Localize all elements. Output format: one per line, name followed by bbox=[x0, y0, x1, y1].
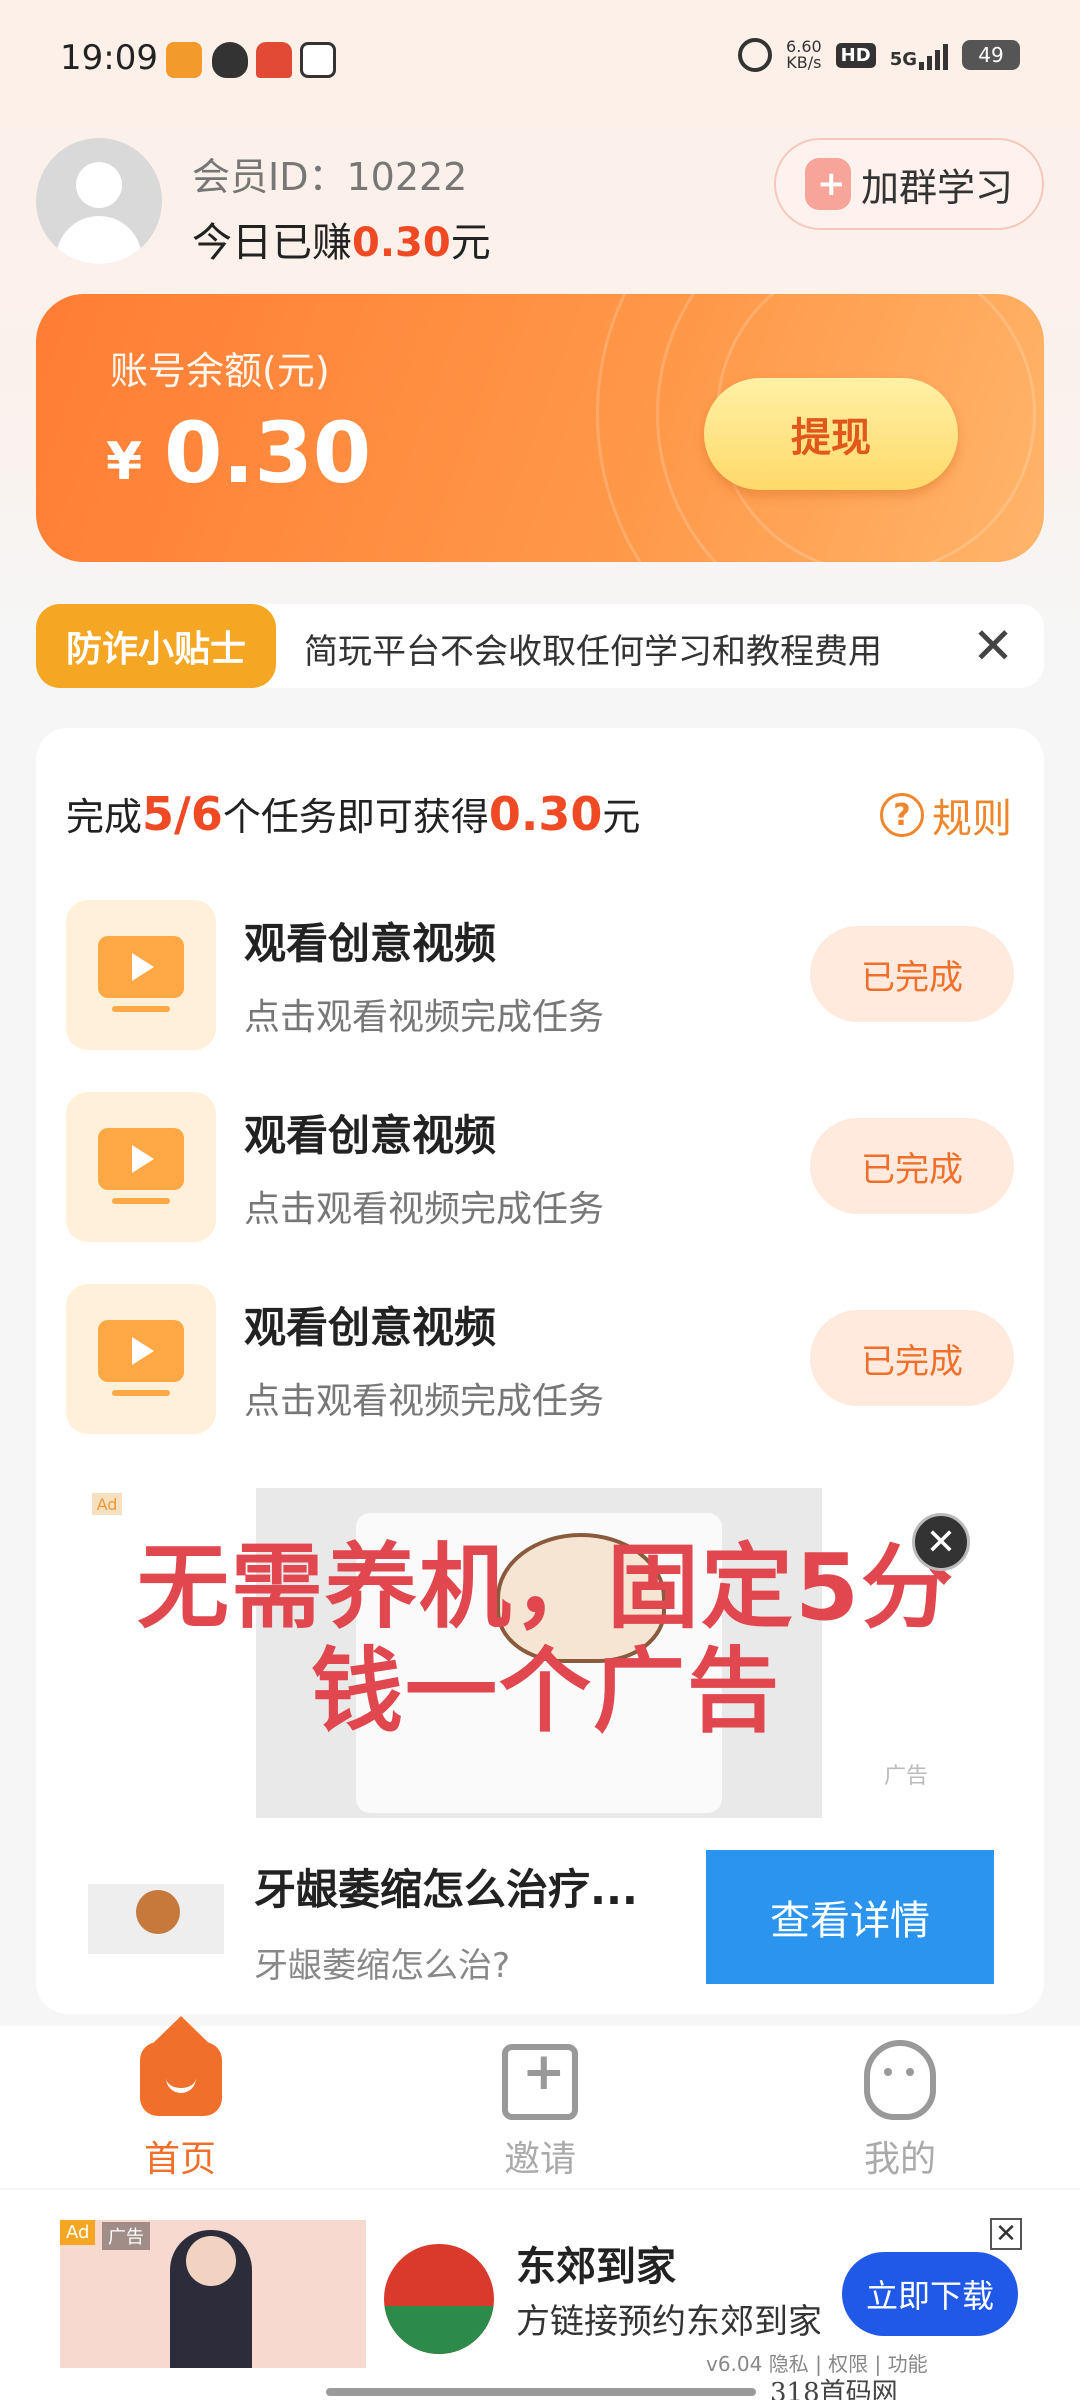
task-item[interactable]: 观看创意视频 点击观看视频完成任务 已完成 bbox=[66, 1092, 1014, 1242]
signal-icon: 5G bbox=[890, 40, 948, 70]
task-description: 点击观看视频完成任务 bbox=[244, 1381, 605, 1422]
today-earned: 今日已赚0.30元 bbox=[192, 210, 491, 268]
home-indicator[interactable] bbox=[326, 2388, 756, 2396]
member-id: 会员ID：10222 bbox=[192, 155, 468, 199]
rules-label: 规则 bbox=[932, 796, 1012, 842]
status-time: 19:09 bbox=[60, 38, 158, 78]
task-progress: 完成5/6个任务即可获得0.30元 bbox=[66, 786, 640, 841]
bottom-banner-ad[interactable]: Ad 广告 东郊到家 方链接预约东郊到家 立即下载 ✕ v6.04 隐私 | 权… bbox=[0, 2190, 1080, 2400]
task-title: 观看创意视频 bbox=[244, 1111, 497, 1160]
task-card: 完成5/6个任务即可获得0.30元 ? 规则 观看创意视频 点击观看视频完成任务… bbox=[36, 728, 1044, 2014]
network-speed: 6.60 KB/s bbox=[786, 39, 822, 71]
question-icon: ? bbox=[880, 793, 924, 837]
task-description: 点击观看视频完成任务 bbox=[244, 997, 605, 1038]
task-title: 观看创意视频 bbox=[244, 919, 497, 968]
close-icon[interactable]: ✕ bbox=[990, 2218, 1022, 2250]
earned-prefix: 今日已赚 bbox=[192, 220, 352, 266]
ad-overlay-line1: 无需养机，固定5分 bbox=[136, 1534, 955, 1641]
tab-profile[interactable]: 我的 bbox=[800, 2034, 1000, 2184]
ad-label: 广告 bbox=[102, 2222, 150, 2250]
task-description: 点击观看视频完成任务 bbox=[244, 1189, 605, 1230]
signal-label: 5G bbox=[889, 49, 917, 70]
battery-icon: 49 bbox=[962, 40, 1020, 70]
progress-prefix: 完成 bbox=[66, 795, 143, 839]
download-button[interactable]: 立即下载 bbox=[842, 2252, 1018, 2336]
task-completed-button[interactable]: 已完成 bbox=[810, 1118, 1014, 1214]
qq-icon bbox=[212, 42, 248, 78]
tab-invite[interactable]: 邀请 bbox=[440, 2034, 640, 2184]
alarm-icon bbox=[738, 38, 773, 72]
ad-title[interactable]: 牙龈萎缩怎么治疗... bbox=[254, 1856, 638, 1917]
video-play-icon bbox=[66, 1284, 216, 1434]
join-group-icon bbox=[804, 158, 851, 210]
task-completed-button[interactable]: 已完成 bbox=[810, 1310, 1014, 1406]
task-item[interactable]: 观看创意视频 点击观看视频完成任务 已完成 bbox=[66, 1284, 1014, 1434]
tab-home[interactable]: 首页 bbox=[80, 2016, 280, 2184]
ad-badge: Ad bbox=[92, 1493, 122, 1515]
video-play-icon bbox=[66, 1092, 216, 1242]
ad-subtitle: 牙龈萎缩怎么治? bbox=[254, 1946, 511, 1986]
progress-suffix: 元 bbox=[602, 795, 641, 839]
tab-home-label: 首页 bbox=[143, 2139, 216, 2180]
progress-reward: 0.30 bbox=[488, 787, 603, 841]
app-notification-icon bbox=[256, 42, 292, 78]
join-group-label: 加群学习 bbox=[860, 165, 1013, 210]
home-icon bbox=[140, 2016, 222, 2116]
tip-text: 简玩平台不会收取任何学习和教程费用 bbox=[304, 632, 882, 672]
close-icon[interactable]: ✕ bbox=[972, 616, 1014, 676]
task-item[interactable]: 观看创意视频 点击观看视频完成任务 已完成 bbox=[66, 900, 1014, 1050]
ad-overlay-line2: 钱一个广告 bbox=[310, 1638, 781, 1745]
earned-suffix: 元 bbox=[450, 220, 491, 266]
progress-mid: 个任务即可获得 bbox=[222, 795, 489, 839]
app-logo bbox=[384, 2244, 494, 2354]
earned-amount: 0.30 bbox=[352, 220, 451, 266]
currency-symbol: ¥ bbox=[106, 432, 143, 492]
balance-amount: 0.30 bbox=[164, 404, 372, 502]
hd-badge: HD bbox=[835, 42, 876, 68]
withdraw-button[interactable]: 提现 bbox=[704, 378, 958, 490]
banner-app-name: 东郊到家 bbox=[516, 2244, 676, 2290]
invite-icon bbox=[502, 2042, 578, 2120]
tab-invite-label: 邀请 bbox=[503, 2139, 576, 2180]
bottom-nav: 首页 邀请 我的 bbox=[0, 2016, 1080, 2188]
join-group-button[interactable]: 加群学习 bbox=[774, 138, 1044, 230]
ad-overlay-text: 无需养机，固定5分 钱一个广告 bbox=[136, 1536, 956, 1744]
progress-count: 5/6 bbox=[142, 787, 223, 841]
tab-profile-label: 我的 bbox=[863, 2139, 936, 2180]
balance-label: 账号余额(元) bbox=[110, 349, 330, 393]
rules-button[interactable]: ? 规则 bbox=[880, 786, 1012, 844]
profile-icon bbox=[864, 2040, 936, 2120]
avatar[interactable] bbox=[36, 138, 162, 264]
ad-mark: 广告 bbox=[884, 1764, 929, 1789]
network-speed-unit: KB/s bbox=[786, 53, 822, 72]
anti-fraud-tip: 防诈小贴士 简玩平台不会收取任何学习和教程费用 ✕ bbox=[36, 604, 1044, 688]
video-play-icon bbox=[66, 900, 216, 1050]
task-title: 观看创意视频 bbox=[244, 1303, 497, 1352]
task-completed-button[interactable]: 已完成 bbox=[810, 926, 1014, 1022]
ad-thumbnail bbox=[88, 1884, 224, 1954]
browser-icon bbox=[300, 42, 336, 78]
ad-badge: Ad bbox=[60, 2220, 96, 2245]
balance-card: 账号余额(元) ¥ 0.30 提现 bbox=[36, 294, 1044, 562]
status-bar: 19:09 6.60 KB/s HD 5G 49 bbox=[0, 0, 1080, 120]
tip-badge: 防诈小贴士 bbox=[36, 604, 276, 688]
watermark: 318首码网 www.e318.com bbox=[770, 2378, 898, 2400]
banner-description: 方链接预约东郊到家 bbox=[516, 2302, 820, 2342]
close-icon[interactable]: ✕ bbox=[912, 1513, 970, 1571]
app-notification-icon bbox=[166, 42, 202, 78]
view-details-button[interactable]: 查看详情 bbox=[706, 1850, 994, 1984]
